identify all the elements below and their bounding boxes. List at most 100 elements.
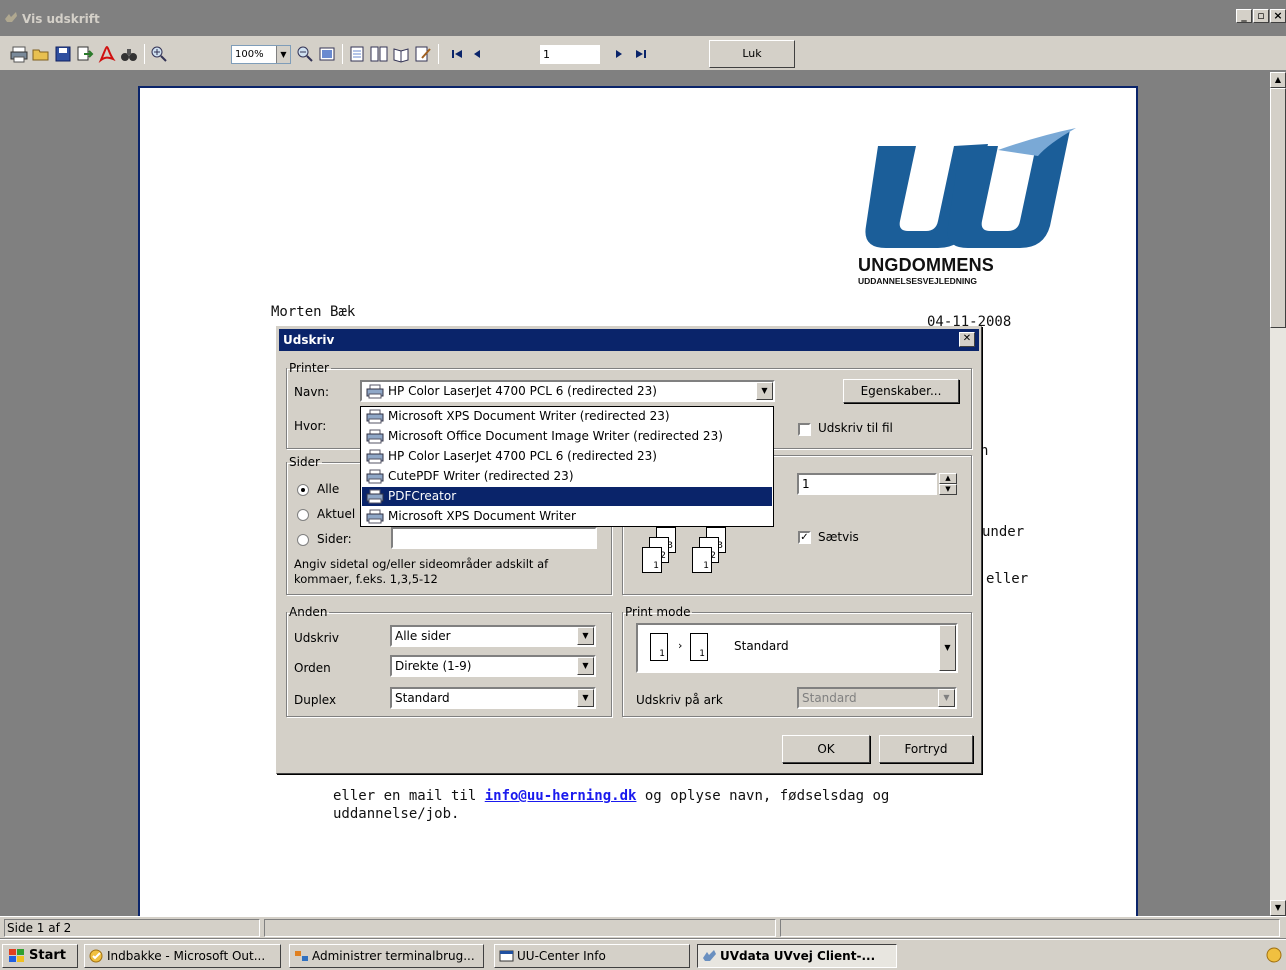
task-uvdata[interactable]: UVdata UVvej Client-... <box>697 944 897 968</box>
ok-button[interactable]: OK <box>782 735 870 763</box>
page-width-icon[interactable] <box>318 45 336 63</box>
edit-page-icon[interactable] <box>414 45 432 63</box>
printer-select[interactable]: HP Color LaserJet 4700 PCL 6 (redirected… <box>360 380 775 402</box>
first-page-icon[interactable] <box>448 45 466 63</box>
zoom-in-icon[interactable] <box>150 45 168 63</box>
body-line: uddannelse/job. <box>333 806 460 822</box>
radio-current-page[interactable] <box>297 509 309 521</box>
toolbar-separator <box>438 44 439 64</box>
scroll-up-button[interactable]: ▲ <box>1270 72 1286 88</box>
print-mode-select[interactable]: 1 › 1 Standard ▼ <box>636 623 958 673</box>
chevron-down-icon: ▼ <box>938 689 955 707</box>
printer-option[interactable]: Microsoft XPS Document Writer (redirecte… <box>362 407 772 426</box>
export-icon[interactable] <box>76 45 94 63</box>
next-page-icon[interactable] <box>610 45 628 63</box>
copies-up-button[interactable]: ▲ <box>939 473 957 484</box>
radio-all-pages[interactable] <box>297 484 309 496</box>
pages-legend: Sider <box>289 455 320 469</box>
collate-illustration: 3 2 1 3 2 1 <box>642 527 762 577</box>
dialog-titlebar: Udskriv ✕ <box>279 329 979 351</box>
maximize-button[interactable]: ▫ <box>1253 9 1269 23</box>
duplex-value: Standard <box>395 691 450 705</box>
printer-icon <box>366 489 384 504</box>
one-page-icon[interactable] <box>348 45 366 63</box>
printer-option-selected[interactable]: PDFCreator <box>362 487 772 506</box>
close-preview-button[interactable]: Luk <box>709 40 795 68</box>
app-bird-icon <box>703 950 716 961</box>
print-range-select[interactable]: Alle sider ▼ <box>390 625 596 647</box>
text-fragment: eller <box>986 571 1029 587</box>
scroll-down-button[interactable]: ▼ <box>1270 900 1286 916</box>
cancel-button[interactable]: Fortryd <box>879 735 973 763</box>
open-folder-icon[interactable] <box>32 45 50 63</box>
vertical-scrollbar[interactable]: ▲ ▼ <box>1270 72 1286 916</box>
per-sheet-value: Standard <box>802 691 857 705</box>
printer-name-label: Navn: <box>294 385 330 399</box>
task-uu-center[interactable]: UU-Center Info <box>494 944 690 968</box>
start-button[interactable]: Start <box>2 944 78 968</box>
printer-icon <box>366 384 384 399</box>
duplex-select[interactable]: Standard ▼ <box>390 687 596 709</box>
printer-icon <box>366 469 384 484</box>
other-legend: Anden <box>289 605 328 619</box>
printer-option-label: Microsoft XPS Document Writer <box>388 509 576 523</box>
dialog-close-button[interactable]: ✕ <box>959 332 975 347</box>
printer-option[interactable]: Microsoft XPS Document Writer <box>362 507 772 526</box>
two-pages-icon[interactable] <box>370 45 388 63</box>
pages-hint: Angiv sidetal og/eller sideområder adski… <box>294 557 549 571</box>
tray-icon[interactable] <box>1266 947 1282 963</box>
page-range-input[interactable] <box>391 527 597 549</box>
acrobat-icon[interactable] <box>98 45 116 63</box>
all-pages-label: Alle <box>317 482 340 496</box>
page-thumb: 1 <box>642 547 662 573</box>
email-link[interactable]: info@uu-herning.dk <box>485 788 637 804</box>
task-terminal-admin[interactable]: Administrer terminalbrug... <box>289 944 484 968</box>
book-icon[interactable] <box>392 45 410 63</box>
window-titlebar: Vis udskrift _ ▫ × <box>0 0 1286 36</box>
body-text: eller en mail til <box>333 788 485 804</box>
print-to-file-label: Udskriv til fil <box>818 421 893 435</box>
copies-down-button[interactable]: ▼ <box>939 484 957 495</box>
copies-input[interactable]: 1 <box>797 473 937 495</box>
print-to-file-checkbox[interactable] <box>798 423 811 436</box>
scroll-thumb[interactable] <box>1270 88 1286 328</box>
zoom-value: 100% <box>235 49 264 60</box>
print-range-value: Alle sider <box>395 629 451 643</box>
save-icon[interactable] <box>54 45 72 63</box>
zoom-out-icon[interactable] <box>296 45 314 63</box>
order-label: Orden <box>294 661 331 675</box>
task-label: Indbakke - Microsoft Out... <box>107 949 266 963</box>
print-icon[interactable] <box>10 45 28 63</box>
zoom-select[interactable]: 100% ▼ <box>231 45 291 64</box>
print-mode-legend: Print mode <box>625 605 691 619</box>
printer-option-label: CutePDF Writer (redirected 23) <box>388 469 574 483</box>
minimize-button[interactable]: _ <box>1236 9 1252 23</box>
chevron-down-icon: ▼ <box>756 382 773 400</box>
previous-page-icon[interactable] <box>468 45 486 63</box>
dialog-title: Udskriv <box>283 333 335 347</box>
printer-icon <box>366 429 384 444</box>
per-sheet-label: Udskriv på ark <box>636 693 723 707</box>
page-number-input[interactable]: 1 <box>540 45 600 64</box>
last-page-icon[interactable] <box>632 45 650 63</box>
window-icon <box>499 950 514 962</box>
chevron-down-icon: ▼ <box>939 625 956 671</box>
close-window-button[interactable]: × <box>1270 9 1286 23</box>
task-outlook[interactable]: Indbakke - Microsoft Out... <box>84 944 281 968</box>
printer-option[interactable]: Microsoft Office Document Image Writer (… <box>362 427 772 446</box>
printer-icon <box>366 409 384 424</box>
collate-checkbox[interactable]: ✓ <box>798 531 811 544</box>
windows-logo-icon <box>9 949 24 962</box>
printer-option[interactable]: CutePDF Writer (redirected 23) <box>362 467 772 486</box>
printer-option[interactable]: HP Color LaserJet 4700 PCL 6 (redirected… <box>362 447 772 466</box>
per-sheet-select[interactable]: Standard ▼ <box>797 687 957 709</box>
find-binoculars-icon[interactable] <box>120 45 138 63</box>
duplex-label: Duplex <box>294 693 337 707</box>
printer-dropdown-list: Microsoft XPS Document Writer (redirecte… <box>360 406 774 527</box>
body-line: eller en mail til info@uu-herning.dk og … <box>333 788 889 804</box>
order-select[interactable]: Direkte (1-9) ▼ <box>390 655 596 677</box>
taskbar: Start Indbakke - Microsoft Out... Admini… <box>0 939 1286 970</box>
radio-page-range[interactable] <box>297 534 309 546</box>
printer-where-label: Hvor: <box>294 419 327 433</box>
properties-button[interactable]: Egenskaber... <box>843 379 959 403</box>
